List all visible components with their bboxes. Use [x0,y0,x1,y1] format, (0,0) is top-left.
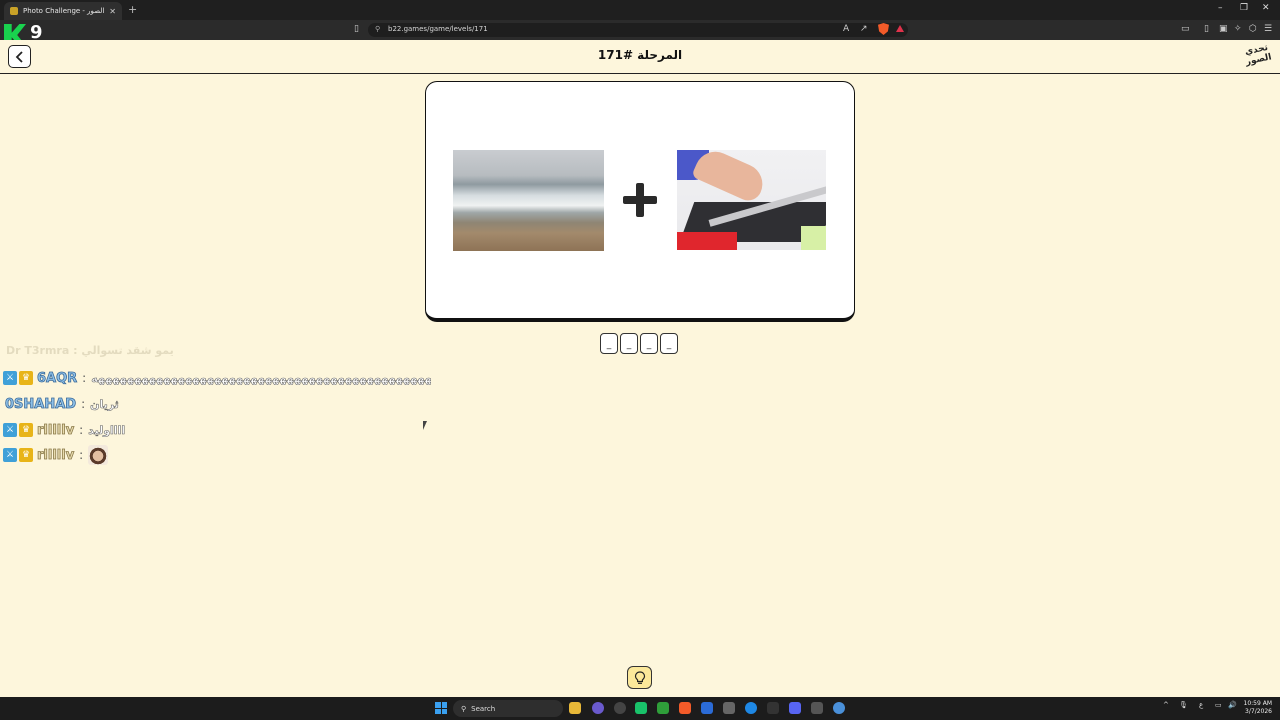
site-logo[interactable]: تحدي الصور [1240,42,1276,72]
search-icon: ⚲ [461,704,467,713]
vpn-icon[interactable]: ⬡ [1249,24,1257,34]
search-label: Search [471,704,496,713]
language-indicator[interactable]: ع [1199,701,1203,709]
display-icon[interactable]: ▭ [1215,701,1222,709]
kick-app-icon[interactable] [635,702,647,714]
chat-faded-line: Dr T3rmra : يمو شقد تسوالي [6,344,174,357]
crown-badge-icon: ♛ [19,371,33,385]
chat-message: ااااوليد [88,423,126,437]
chat-username: 0SHAHAD [5,396,77,412]
close-window-icon[interactable]: ✕ [1262,3,1270,13]
mouse-cursor-icon [423,421,427,430]
chat-line: ⚔ ♛ rlllllv : ااااوليد [3,421,125,439]
moderator-badge-icon: ⚔ [3,423,17,437]
chat-username: rlllllv [37,447,75,463]
chat-message: ثريان [90,397,119,411]
menu-icon[interactable]: ☰ [1264,24,1272,34]
share-icon[interactable]: ↗ [860,24,868,34]
chat-username: rlllllv [37,422,75,438]
plus-icon [623,183,657,217]
browser-tab-bar: Photo Challenge - تحدي الصور ✕ + – ❐ ✕ [0,0,1280,20]
level-title: المرحلة #171 [597,48,683,62]
taskbar-clock[interactable]: 10:59 AM 3/7/2026 [1238,700,1272,716]
windows-taskbar: ⚲ Search ^ 🎙 ع ▭ 🔊 10:59 AM 3/7/2026 [0,697,1280,720]
obs-icon[interactable] [811,702,823,714]
sidebar-icon[interactable]: ▯ [1204,24,1209,34]
ai-leo-icon[interactable]: ✧ [1234,24,1242,34]
tray-chevron-icon[interactable]: ^ [1163,701,1169,709]
bookmark-icon[interactable]: ▯ [354,24,359,34]
volume-icon[interactable]: 🔊 [1228,701,1237,709]
answer-slot[interactable]: _ [600,333,618,354]
chevron-left-icon [15,50,23,63]
chat-separator: : [81,397,86,411]
answer-slot[interactable]: _ [660,333,678,354]
microphone-icon[interactable]: 🎙 [1179,701,1188,709]
chrome-icon[interactable] [614,702,626,714]
chat-separator: : [82,371,87,385]
lightbulb-icon [634,670,645,684]
browser-tab[interactable]: Photo Challenge - تحدي الصور ✕ [4,2,122,20]
chat-username: 6AQR [37,370,78,386]
url-field[interactable]: ⚲ b22.games/game/levels/171 [368,23,908,37]
maximize-icon[interactable]: ❐ [1240,3,1248,13]
crown-badge-icon: ♛ [19,423,33,437]
back-button[interactable] [8,45,31,68]
new-tab-button[interactable]: + [128,3,137,16]
chat-emote-icon [88,445,109,465]
site-info-icon[interactable]: ⚲ [375,25,380,33]
capcut-icon[interactable] [723,702,735,714]
game-header: المرحلة #171 تحدي الصور [0,40,1280,74]
tab-close-icon[interactable]: ✕ [109,7,116,16]
tab-title: Photo Challenge - تحدي الصور [23,7,105,15]
epic-games-icon[interactable] [767,702,779,714]
answer-slot[interactable]: _ [640,333,658,354]
moderator-badge-icon: ⚔ [3,371,17,385]
answer-slot[interactable]: _ [620,333,638,354]
puzzle-card [425,81,855,322]
settings-icon[interactable] [833,702,845,714]
clock-time: 10:59 AM [1243,700,1272,707]
hint-button[interactable] [627,666,652,689]
url-text: b22.games/game/levels/171 [388,25,488,33]
chat-separator: : [79,448,84,462]
answer-slots: _ _ _ _ [600,333,680,355]
crown-badge-icon: ♛ [19,448,33,462]
xbox-icon[interactable] [657,702,669,714]
moderator-badge-icon: ⚔ [3,448,17,462]
translate-icon[interactable]: A [843,24,849,34]
browser-address-bar: ⚲ b22.games/game/levels/171 [0,20,1280,40]
shield-app-icon[interactable] [701,702,713,714]
clock-date: 3/7/2026 [1245,708,1272,715]
chat-line: 0SHAHAD : ثريان [3,395,119,413]
app-icon[interactable] [789,702,801,714]
chat-line: ⚔ ♛ rlllllv : [3,445,109,465]
site-favicon-icon [10,7,18,15]
brave-rewards-icon[interactable] [896,25,904,32]
chat-message: هههههههههههههههههههههههههههههههههههههههه… [91,371,432,385]
tile-cutter-photo [677,150,826,250]
chat-line: ⚔ ♛ 6AQR : ههههههههههههههههههههههههههههه… [3,369,431,387]
brave-icon[interactable] [679,702,691,714]
reader-mode-icon[interactable]: ▭ [1181,24,1190,34]
file-explorer-icon[interactable] [569,702,581,714]
chat-separator: : [79,423,84,437]
sea-waves-photo [453,150,604,251]
taskbar-search[interactable]: ⚲ Search [453,700,563,717]
minimize-icon[interactable]: – [1218,3,1223,13]
wallet-icon[interactable]: ▣ [1219,24,1228,34]
windows-start-icon[interactable] [435,702,447,714]
edge-icon[interactable] [745,702,757,714]
discord-icon[interactable] [592,702,604,714]
